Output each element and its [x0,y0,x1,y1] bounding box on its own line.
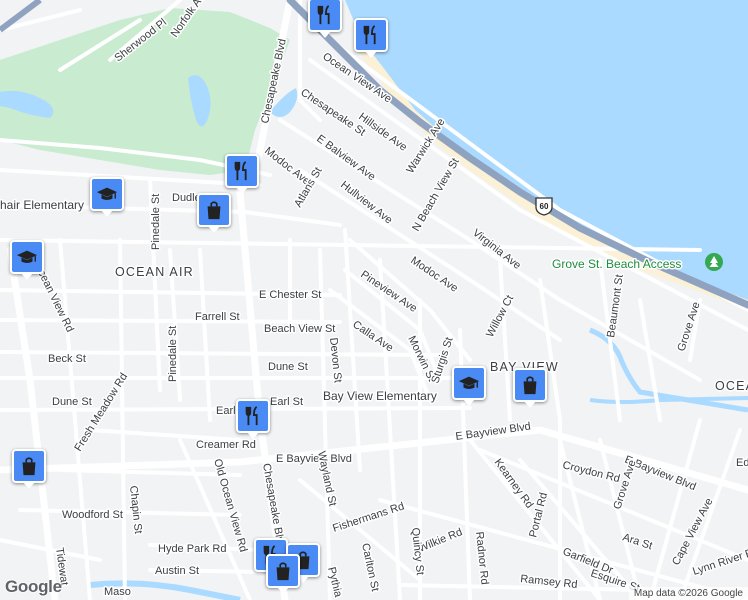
street-label: Earl [216,405,236,417]
poi-label-bay-view-elementary[interactable]: Bay View Elementary [322,388,439,405]
shopping-bag-icon [207,201,221,220]
street-label: Quincy St [409,527,426,576]
google-logo: Google [5,577,62,596]
street-label: Grove Ave [611,459,638,511]
fork-knife-icon [245,406,258,426]
school-marker[interactable] [10,240,44,274]
graduation-cap-icon [96,187,118,200]
map-attribution[interactable]: Map data ©2026 Google [628,587,748,600]
street-label: Creamer Rd [196,439,256,451]
restaurant-marker[interactable] [308,0,342,32]
area-ocean-air: OCEAN AIR [115,265,194,279]
street-label: Chesapeake Blvd [260,462,287,549]
street-label: Austin St [155,565,199,577]
shopping-bag-icon [22,457,36,476]
park-marker-icon[interactable] [705,253,723,271]
street-label: Carlton St [359,542,381,592]
creek [589,396,748,404]
shopping-marker[interactable] [266,554,300,588]
area-ocean: OCEA [715,379,748,393]
street-label: Farrell St [195,311,240,323]
street-label: Beck St [48,353,86,365]
restaurant-marker[interactable] [236,399,270,433]
street-label: Woodford St [62,509,123,521]
poi-label-fair-elementary[interactable]: hair Elementary [0,197,86,214]
restaurant-marker[interactable] [225,154,259,188]
map-base: OCEAN AIR BAY VIEW OCEA Grove St. Beach … [0,0,748,600]
street-label: Modoc Ave [408,255,460,295]
street-label: Beach View St [264,323,335,335]
shopping-bag-icon [523,376,537,395]
fork-knife-icon [234,161,247,181]
route-60-shield-icon: 60 [534,196,554,221]
street-label: Ed [736,457,748,469]
street-label: Dune St [268,361,308,373]
school-marker[interactable] [90,177,124,211]
graduation-cap-icon [16,250,38,263]
street-label: E Chester St [259,289,321,301]
street-label: Pinedale St [150,194,162,250]
street-label: E Bayview Blvd [455,421,532,443]
shopping-bag-icon [276,562,290,581]
map-canvas[interactable]: OCEAN AIR BAY VIEW OCEA Grove St. Beach … [0,0,748,600]
street-label: Virginia Ave [470,227,523,272]
street-label: Hyde Park Rd [158,543,226,555]
street-label: Pinedale St [167,326,179,382]
school-marker[interactable] [452,366,486,400]
shopping-marker[interactable] [197,193,231,227]
street-label: E Bayview Blvd [276,453,352,465]
svg-text:60: 60 [540,202,549,211]
graduation-cap-icon [458,376,480,389]
shopping-marker[interactable] [513,368,547,402]
street-label: Old Ocean View Rd [211,458,249,554]
street-label: Beaumont St [605,274,626,339]
fork-knife-icon [363,25,376,45]
fork-knife-icon [317,5,330,25]
street-label: Radnor Rd [473,531,490,585]
street-label: Chapin St [127,485,144,534]
street-label: cean View Rd [35,268,75,334]
shopping-marker[interactable] [12,449,46,483]
restaurant-marker[interactable] [354,18,388,52]
street-label: Maso [104,586,131,598]
street-label: Dune St [52,396,92,408]
street-label: Earl St [270,396,303,408]
street-label: E Balview Ave [314,133,377,184]
street-label: Grove Ave [675,301,702,353]
poi-label-beach-access[interactable]: Grove St. Beach Access [551,256,683,273]
